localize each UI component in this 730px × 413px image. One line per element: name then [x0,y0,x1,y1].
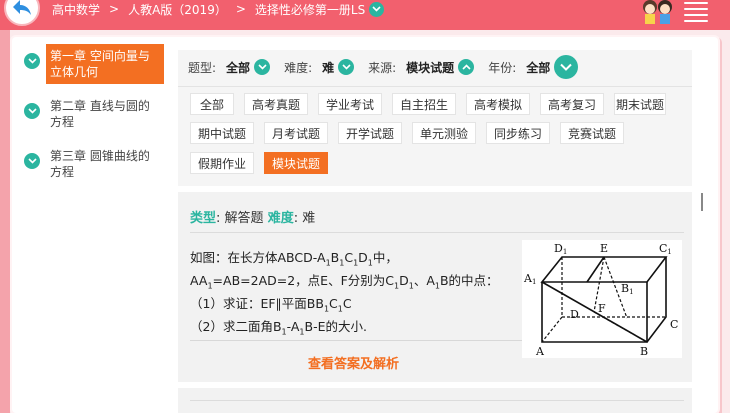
year-filter-label: 年份: [488,60,517,75]
card-divider [190,232,684,233]
menu-icon[interactable] [684,0,708,22]
breadcrumb-subject[interactable]: 高中数学 [52,1,100,18]
question-line-2: AA1=AB=2AD=2，点E、F分别为C1D1、A1B的中点： [190,273,499,291]
chapter-list: 第一章 空间向量与立体几何 第二章 直线与圆的方程 第三章 圆锥曲线的方程 [24,44,166,194]
source-filter-label: 来源: [368,60,397,75]
difficulty-filter-label: 难度: [284,60,313,75]
figure-label: A1 [523,272,536,286]
back-arrow-icon [13,0,31,15]
tag-item[interactable]: 同步练习 [486,122,550,144]
chevron-down-icon[interactable] [24,53,40,69]
view-answer-link[interactable]: 查看答案及解析 [308,353,399,372]
cuboid-figure: D1 E C1 A1 B1 F D C A B [522,240,682,358]
difficulty-filter-value[interactable]: 难 [322,59,334,76]
tag-item[interactable]: 模块试题 [264,152,328,174]
tag-item[interactable]: 月考试题 [264,122,328,144]
top-bar: 高中数学 > 人教A版（2019） > 选择性必修第一册LS [0,0,730,30]
tag-item[interactable]: 高考模拟 [466,93,530,115]
tag-item[interactable]: 高考复习 [540,93,604,115]
chevron-up-icon[interactable] [458,59,475,75]
tag-item[interactable]: 期中试题 [190,122,254,144]
chapter-item-3[interactable]: 第三章 圆锥曲线的方程 [24,144,166,184]
next-question-divider [190,400,684,413]
type-value: 解答题 [224,211,264,226]
next-question-card [178,388,692,413]
figure-label: C [670,318,678,331]
type-colon: : [216,211,221,226]
figure-label: C1 [659,242,672,256]
question-meta: 类型: 解答题 难度: 难 [190,207,315,226]
type-filter-label: 题型: [188,60,217,75]
scrollbar-thumb[interactable] [701,193,703,211]
figure-label: F [598,302,606,315]
source-filter[interactable]: 来源: 模块试题 [368,59,475,76]
chapter-label[interactable]: 第三章 圆锥曲线的方程 [46,144,164,184]
figure-label: D1 [554,242,567,256]
chapter-item-1[interactable]: 第一章 空间向量与立体几何 [24,44,166,84]
chapter-item-2[interactable]: 第二章 直线与圆的方程 [24,94,166,134]
tag-item[interactable]: 开学试题 [338,122,402,144]
figure-label: B [640,345,648,358]
tag-item[interactable]: 全部 [190,93,234,115]
tag-item[interactable]: 高考真题 [244,93,308,115]
filter-panel: 题型: 全部 难度: 难 来源: 模块试题 年份: 全部 全部 高考真题 学业考试自… [178,50,692,186]
tag-item[interactable]: 自主招生 [392,93,456,115]
tag-item[interactable]: 单元测验 [412,122,476,144]
question-line-3: （1）求证：EF∥平面BB1C1C [190,296,352,314]
breadcrumb: 高中数学 > 人教A版（2019） > 选择性必修第一册LS [52,0,393,18]
type-filter-value[interactable]: 全部 [226,59,250,76]
tag-item[interactable]: 学业考试 [318,93,382,115]
tag-item[interactable]: 假期作业 [190,152,254,174]
chevron-down-icon[interactable] [554,55,579,79]
back-button[interactable] [4,0,40,26]
notebook-binder [0,30,10,413]
figure-label: D [570,308,579,321]
chapter-label[interactable]: 第二章 直线与圆的方程 [46,94,164,134]
source-filter-value[interactable]: 模块试题 [406,59,454,76]
year-filter[interactable]: 年份: 全部 [488,55,579,79]
chevron-down-icon[interactable] [338,59,355,75]
question-line-1: 如图：在长方体ABCD-A1B1C1D1中， [190,250,398,268]
answer-divider [190,340,522,341]
figure-label: A [535,345,545,358]
question-card: 类型: 解答题 难度: 难 如图：在长方体ABCD-A1B1C1D1中， AA1… [178,192,692,382]
difficulty-key: 难度 [267,211,294,226]
year-filter-value[interactable]: 全部 [526,59,550,76]
mascot-icon [643,0,672,24]
figure-label: B1 [621,282,634,296]
type-filter[interactable]: 题型: 全部 [188,59,271,76]
breadcrumb-edition[interactable]: 人教A版（2019） [128,1,227,18]
figure-label: E [600,242,608,255]
tag-item[interactable]: 竞赛试题 [560,122,624,144]
tag-item[interactable]: 期末试题 [614,93,666,115]
filter-row: 题型: 全部 难度: 难 来源: 模块试题 年份: 全部 [188,55,592,79]
difficulty-filter[interactable]: 难度: 难 [284,59,355,76]
question-line-4: （2）求二面角B1-A1B-E的大小. [190,319,367,337]
breadcrumb-separator: > [235,2,246,16]
difficulty-colon: : [293,211,299,226]
book-dropdown-chevron-icon[interactable] [369,1,385,17]
chapter-label[interactable]: 第一章 空间向量与立体几何 [46,44,164,84]
breadcrumb-separator: > [109,2,120,16]
filter-divider [178,86,692,87]
type-key: 类型 [190,211,217,226]
chevron-down-icon[interactable] [254,59,271,75]
breadcrumb-book[interactable]: 选择性必修第一册LS [255,1,365,18]
chevron-down-icon[interactable] [24,153,40,169]
chevron-down-icon[interactable] [24,103,40,119]
difficulty-value: 难 [302,211,316,226]
